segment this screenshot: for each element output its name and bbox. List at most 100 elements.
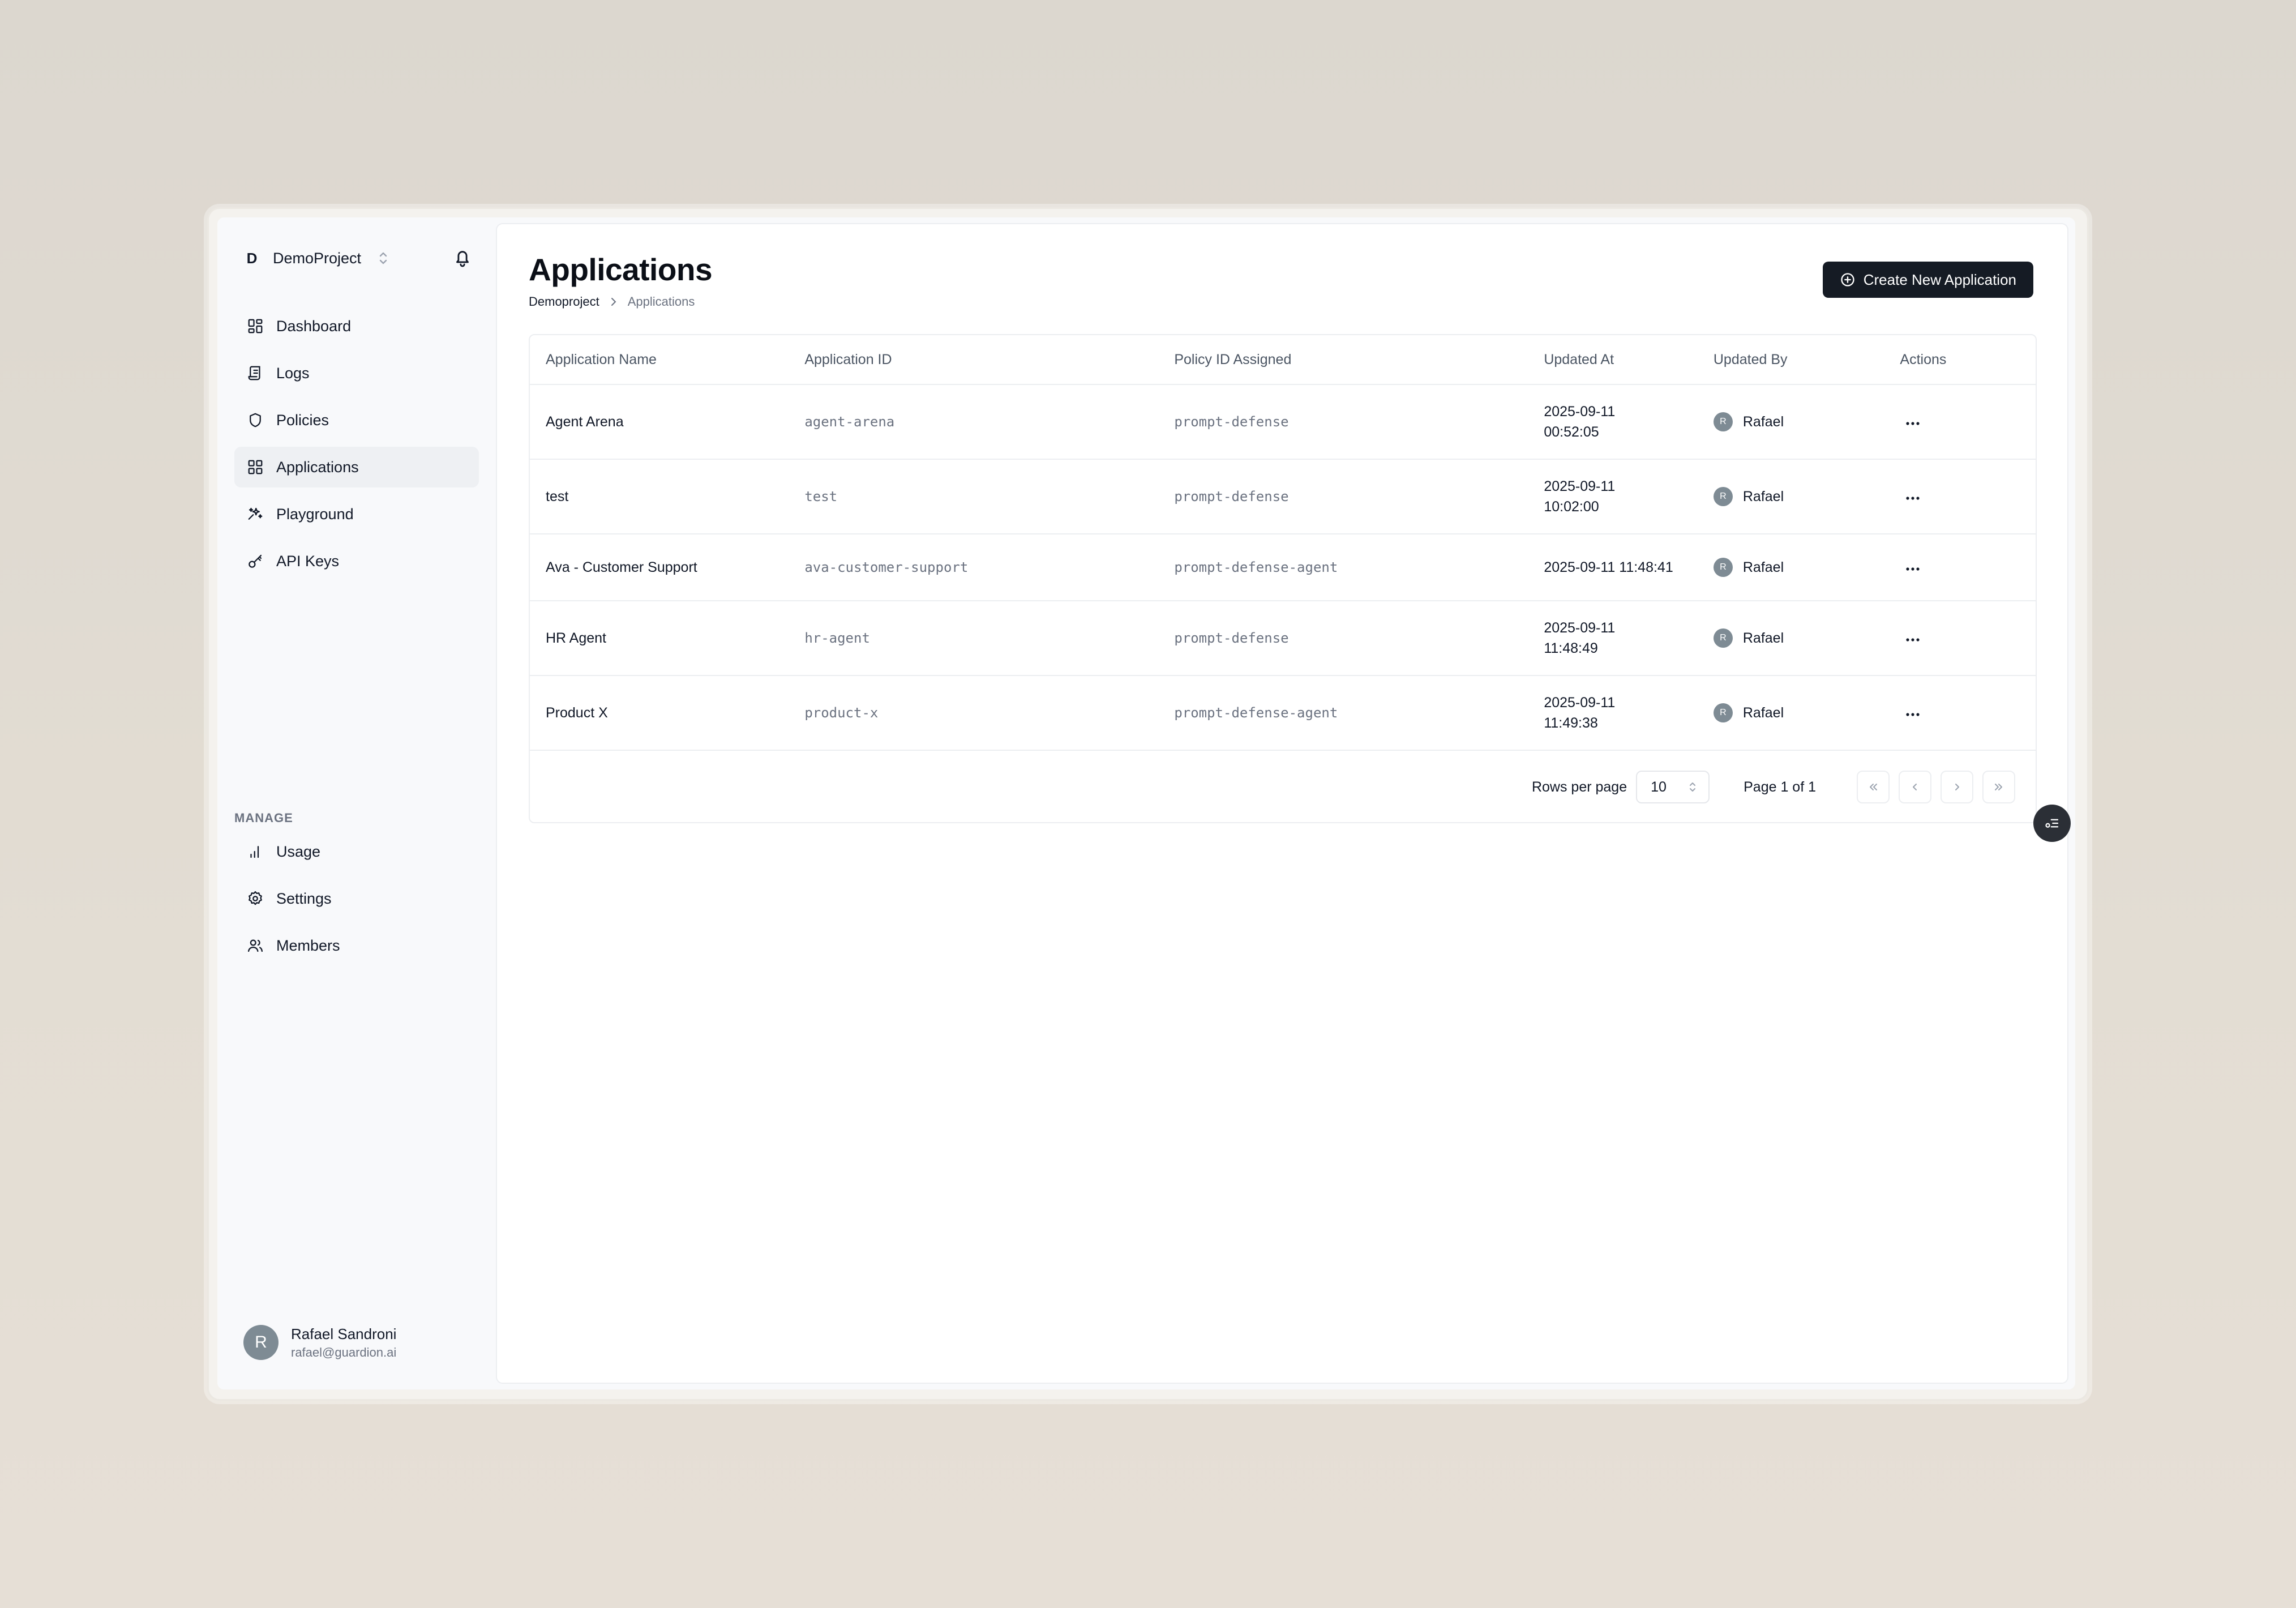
bar-chart-icon xyxy=(250,846,259,858)
policy-id-cell: prompt-defense xyxy=(1174,489,1289,504)
chevron-left-icon xyxy=(1913,784,1917,790)
more-horizontal-icon[interactable] xyxy=(1904,712,1921,717)
sidebar-item-settings[interactable]: Settings xyxy=(234,878,479,919)
updated-date: 2025-09-11 xyxy=(1544,478,1616,494)
more-horizontal-icon[interactable] xyxy=(1904,566,1921,572)
policy-id-cell: prompt-defense xyxy=(1174,414,1289,430)
last-page-button[interactable] xyxy=(1982,771,2015,803)
table-row[interactable]: test test prompt-defense 2025-09-11 10:0… xyxy=(530,460,2036,534)
updated-at-cell: 2025-09-11 10:02:00 xyxy=(1528,476,1698,517)
user-profile[interactable]: R Rafael Sandroni rafael@guardion.ai xyxy=(243,1325,396,1360)
breadcrumb-root[interactable]: Demoproject xyxy=(529,294,599,309)
rows-per-page-select[interactable]: 10 xyxy=(1636,771,1710,803)
chevrons-right-icon xyxy=(1995,784,2002,790)
updated-date: 2025-09-11 11:48:41 xyxy=(1544,559,1673,575)
applications-icon xyxy=(248,460,263,474)
bell-icon[interactable] xyxy=(452,247,473,268)
table-row[interactable]: Ava - Customer Support ava-customer-supp… xyxy=(530,534,2036,601)
policy-id-cell: prompt-defense-agent xyxy=(1174,559,1338,575)
breadcrumb: Demoproject Applications xyxy=(529,294,695,309)
sidebar-item-label: Dashboard xyxy=(276,317,352,335)
more-horizontal-icon[interactable] xyxy=(1904,495,1921,501)
avatar: R xyxy=(243,1325,279,1360)
floating-menu-button[interactable] xyxy=(2033,805,2071,842)
chevron-right-icon xyxy=(1955,784,1959,790)
app-name-cell: Ava - Customer Support xyxy=(546,559,697,575)
pagination: Rows per page 10 Page 1 of 1 xyxy=(530,751,2036,822)
sidebar-item-label: Usage xyxy=(276,843,321,860)
sidebar: D DemoProject Dashboard Logs Policies Ap… xyxy=(217,217,496,1389)
updated-time: 10:02:00 xyxy=(1544,499,1599,515)
sidebar-item-applications[interactable]: Applications xyxy=(234,447,479,487)
avatar: R xyxy=(1713,628,1733,648)
key-icon xyxy=(249,554,262,568)
column-header: Actions xyxy=(1900,351,1947,367)
table-row[interactable]: Product X product-x prompt-defense-agent… xyxy=(530,676,2036,751)
sidebar-item-playground[interactable]: Playground xyxy=(234,494,479,534)
app-id-cell: ava-customer-support xyxy=(804,559,969,575)
sidebar-item-label: Playground xyxy=(276,505,354,523)
sidebar-item-dashboard[interactable]: Dashboard xyxy=(234,306,479,347)
app-window: D DemoProject Dashboard Logs Policies Ap… xyxy=(217,217,2075,1389)
updated-at-cell: 2025-09-11 11:49:38 xyxy=(1528,692,1698,733)
updated-by-name: Rafael xyxy=(1742,488,1784,504)
project-name: DemoProject xyxy=(273,249,362,267)
updated-date: 2025-09-11 xyxy=(1544,404,1616,420)
table-row[interactable]: Agent Arena agent-arena prompt-defense 2… xyxy=(530,385,2036,460)
sparkles-icon xyxy=(248,507,263,520)
actions-cell xyxy=(1884,630,2036,647)
create-application-button[interactable]: Create New Application xyxy=(1822,262,2033,298)
dashboard-icon xyxy=(248,319,263,333)
app-id-cell: test xyxy=(804,489,838,504)
rows-per-page-value: 10 xyxy=(1651,779,1667,795)
applications-table: Application Name Application ID Policy I… xyxy=(529,334,2037,823)
updated-by-cell: R Rafael xyxy=(1698,487,1884,506)
column-header[interactable]: Application ID xyxy=(789,352,1158,368)
updated-time: 11:49:38 xyxy=(1544,715,1598,731)
actions-cell xyxy=(1884,559,2036,576)
sidebar-item-api-keys[interactable]: API Keys xyxy=(234,541,479,581)
actions-cell xyxy=(1884,414,2036,430)
app-id-cell: hr-agent xyxy=(804,630,870,646)
updated-time: 11:48:49 xyxy=(1544,640,1598,656)
sidebar-item-members[interactable]: Members xyxy=(234,925,479,966)
app-name-cell: Agent Arena xyxy=(546,413,624,430)
chevron-right-icon xyxy=(611,298,616,306)
column-header[interactable]: Updated By xyxy=(1698,352,1884,368)
plus-circle-icon xyxy=(1841,273,1854,286)
column-header[interactable]: Application Name xyxy=(530,352,789,368)
project-switcher[interactable]: D DemoProject xyxy=(243,238,389,279)
app-id-cell: product-x xyxy=(804,705,879,721)
previous-page-button[interactable] xyxy=(1899,771,1931,803)
updated-by-cell: R Rafael xyxy=(1698,558,1884,577)
next-page-button[interactable] xyxy=(1941,771,1973,803)
chevron-up-down-icon xyxy=(1690,782,1696,792)
updated-time: 00:52:05 xyxy=(1544,424,1599,440)
first-page-button[interactable] xyxy=(1857,771,1890,803)
updated-at-cell: 2025-09-11 11:48:49 xyxy=(1528,618,1698,658)
more-horizontal-icon[interactable] xyxy=(1904,637,1921,643)
sidebar-item-usage[interactable]: Usage xyxy=(234,831,479,872)
sidebar-item-label: Settings xyxy=(276,889,332,907)
sidebar-item-logs[interactable]: Logs xyxy=(234,353,479,394)
updated-by-name: Rafael xyxy=(1742,413,1784,430)
updated-by-name: Rafael xyxy=(1742,559,1784,575)
column-header[interactable]: Updated At xyxy=(1528,352,1698,368)
app-name-cell: Product X xyxy=(546,704,608,721)
policy-id-cell: prompt-defense xyxy=(1174,630,1289,646)
nav-section-manage: MANAGE xyxy=(234,811,293,825)
sidebar-item-policies[interactable]: Policies xyxy=(234,400,479,441)
shield-icon xyxy=(250,413,261,427)
policy-id-cell: prompt-defense-agent xyxy=(1174,705,1338,721)
sidebar-item-label: Members xyxy=(276,936,340,954)
updated-by-cell: R Rafael xyxy=(1698,628,1884,648)
more-horizontal-icon[interactable] xyxy=(1904,421,1921,426)
table-row[interactable]: HR Agent hr-agent prompt-defense 2025-09… xyxy=(530,601,2036,676)
users-icon xyxy=(248,939,263,952)
actions-cell xyxy=(1884,489,2036,505)
logs-icon xyxy=(248,366,260,380)
user-email: rafael@guardion.ai xyxy=(291,1345,397,1359)
column-header[interactable]: Policy ID Assigned xyxy=(1158,352,1528,368)
updated-at-cell: 2025-09-11 11:48:41 xyxy=(1528,557,1698,578)
user-info: Rafael Sandroni rafael@guardion.ai xyxy=(291,1325,396,1360)
